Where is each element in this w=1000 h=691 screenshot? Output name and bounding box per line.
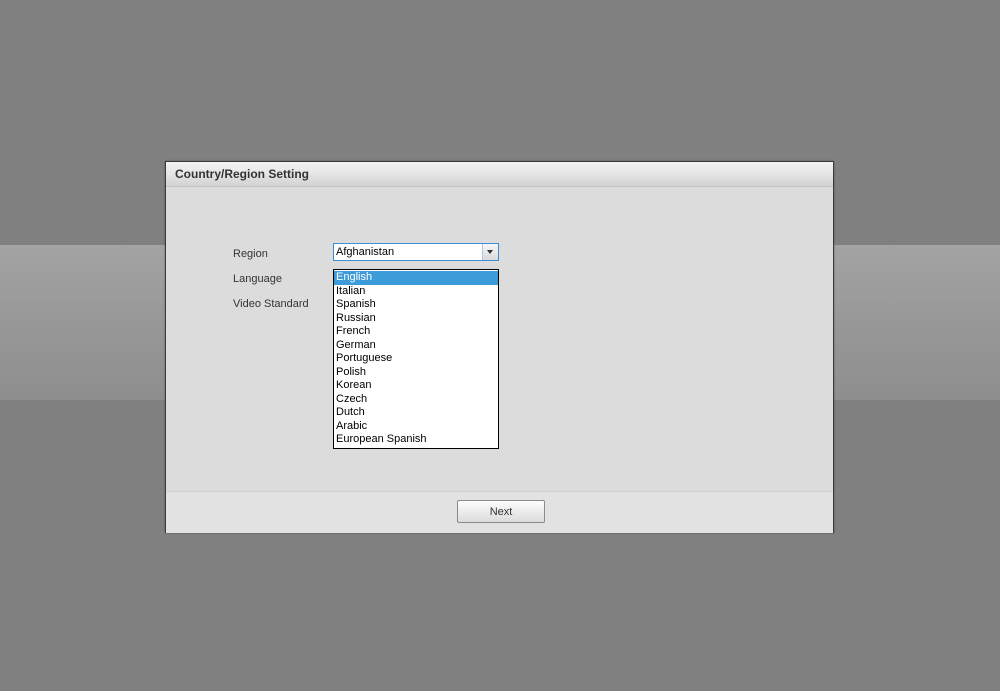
language-option-korean[interactable]: Korean [334, 379, 498, 393]
language-label: Language [233, 273, 282, 285]
language-dropdown-list[interactable]: English Italian Spanish Russian French G… [333, 269, 499, 449]
language-option-polish[interactable]: Polish [334, 366, 498, 380]
region-select[interactable]: Afghanistan [333, 243, 499, 261]
language-option-german[interactable]: German [334, 339, 498, 353]
dialog-footer: Next [166, 491, 833, 533]
dialog-body: Region Language Video Standard Afghanist… [166, 187, 833, 491]
language-option-spanish[interactable]: Spanish [334, 298, 498, 312]
language-option-english[interactable]: English [334, 271, 498, 285]
country-region-dialog: Country/Region Setting Region Language V… [165, 161, 834, 533]
dialog-title: Country/Region Setting [175, 167, 309, 181]
dialog-header: Country/Region Setting [166, 162, 833, 187]
region-label: Region [233, 248, 268, 260]
next-button[interactable]: Next [457, 500, 545, 523]
language-option-portuguese[interactable]: Portuguese [334, 352, 498, 366]
language-option-french[interactable]: French [334, 325, 498, 339]
language-option-arabic[interactable]: Arabic [334, 420, 498, 434]
language-option-czech[interactable]: Czech [334, 393, 498, 407]
region-select-value: Afghanistan [336, 246, 395, 258]
language-option-russian[interactable]: Russian [334, 312, 498, 326]
video-standard-label: Video Standard [233, 298, 309, 310]
language-option-italian[interactable]: Italian [334, 285, 498, 299]
language-option-european-spanish[interactable]: European Spanish [334, 433, 498, 447]
language-option-dutch[interactable]: Dutch [334, 406, 498, 420]
chevron-down-icon[interactable] [482, 244, 498, 260]
